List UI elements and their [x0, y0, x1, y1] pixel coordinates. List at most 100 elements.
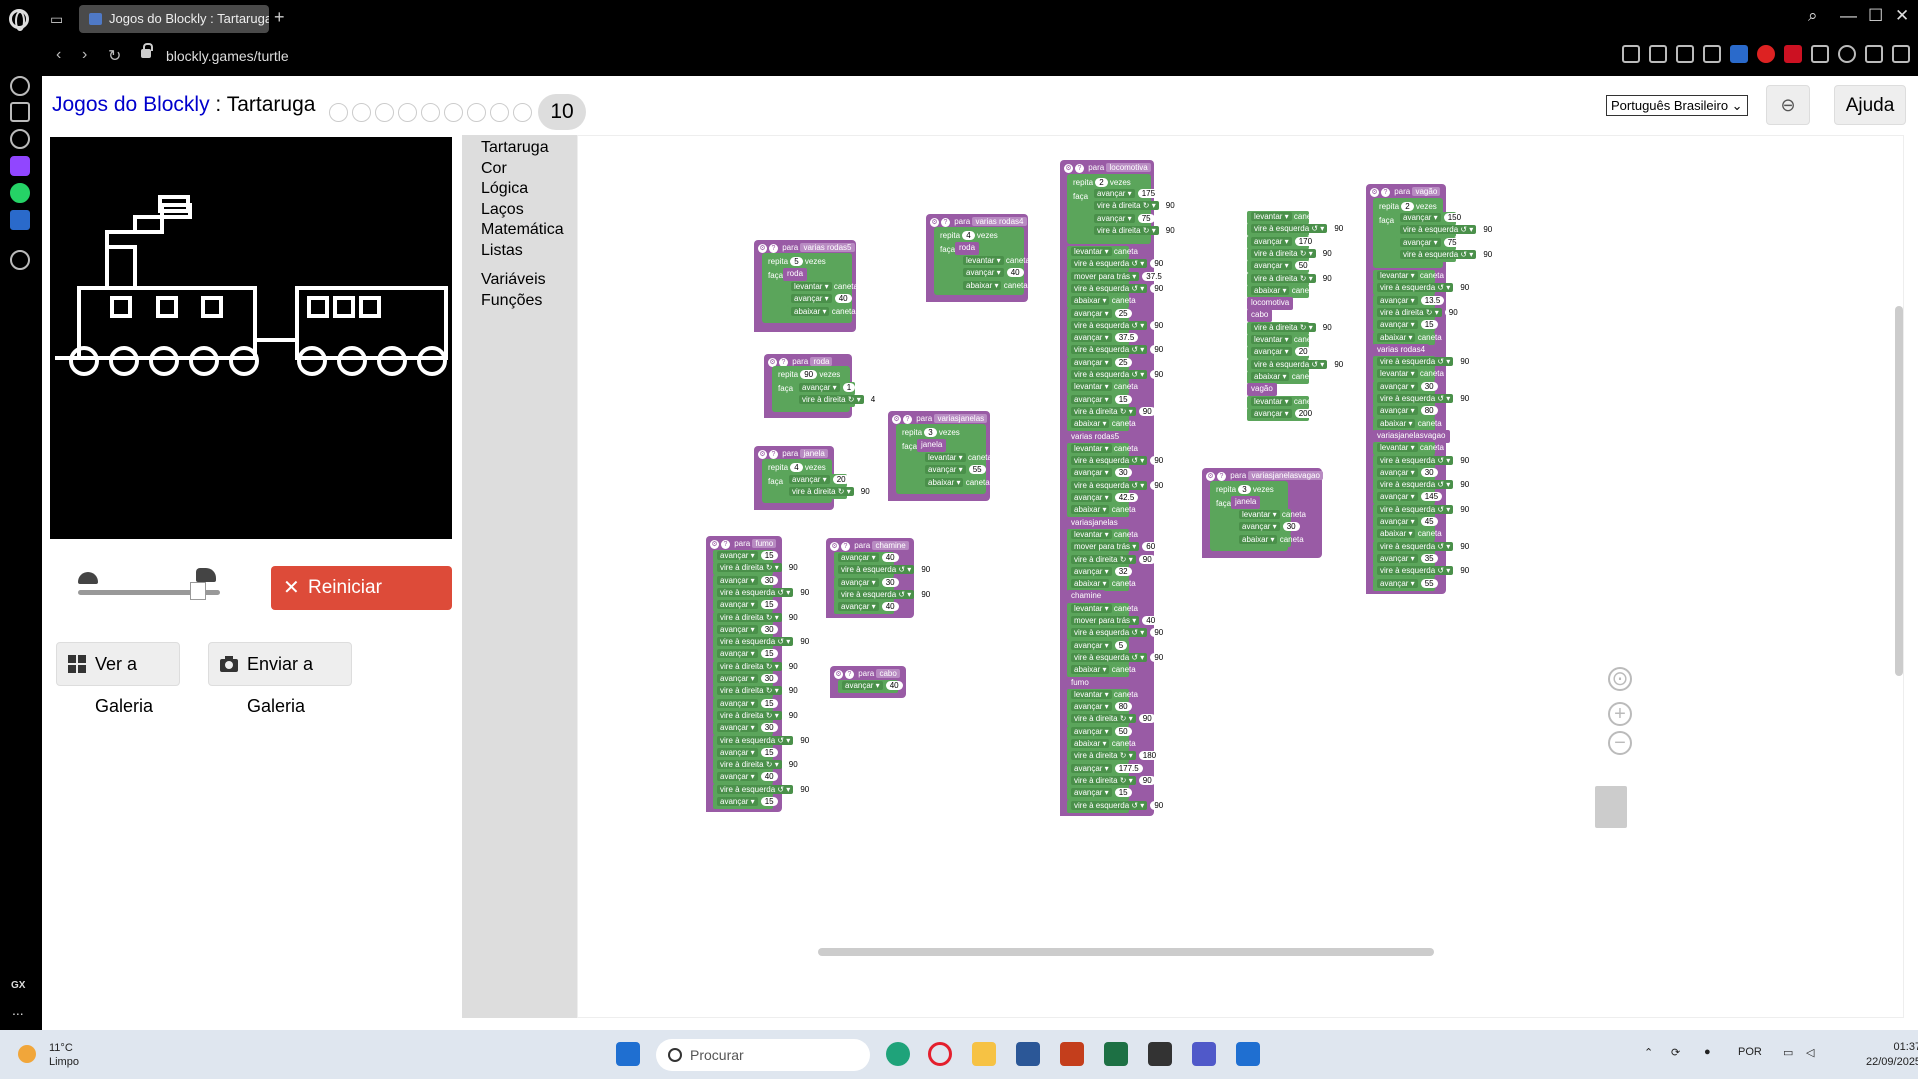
turtle-block[interactable]: abaixar ▾ caneta [1067, 578, 1136, 592]
level-dot[interactable] [513, 102, 532, 122]
turtle-block[interactable]: vire à direita ↻ ▾ 90 [785, 486, 874, 500]
profile-icon[interactable] [1838, 45, 1856, 63]
turtle-block[interactable]: avançar ▾ 30 [1235, 521, 1300, 535]
turtle-block[interactable]: avançar ▾ 13.5 [1373, 294, 1445, 308]
toolbox-category[interactable]: Variáveis [481, 271, 546, 289]
turtle-block[interactable]: vire à esquerda ↺ ▾ 90 [1396, 248, 1497, 262]
language-indicator[interactable]: POR [1738, 1046, 1762, 1058]
toolbox-category[interactable]: Matemática [481, 221, 564, 239]
turtle-block[interactable]: avançar ▾ 15 [713, 697, 778, 711]
level-dot[interactable] [375, 102, 394, 122]
turtle-block[interactable]: vire à esquerda ↺ ▾ 90 [1247, 223, 1348, 237]
turtle-block[interactable]: avançar ▾ 40 [713, 771, 778, 785]
turtle-block[interactable]: vire à direita ↻ ▾ 90 [1090, 224, 1179, 238]
screen-icon[interactable] [1236, 1042, 1260, 1066]
back-icon[interactable]: ‹ [56, 46, 61, 64]
heart-icon[interactable] [1703, 45, 1721, 63]
turtle-block[interactable]: vire à esquerda ↺ ▾ 90 [1067, 799, 1168, 813]
turtle-block[interactable]: vire à esquerda ↺ ▾ 90 [1373, 565, 1474, 579]
turtle-block[interactable]: avançar ▾ 80 [1373, 405, 1438, 419]
turtle-block[interactable]: vire à esquerda ↺ ▾ 90 [834, 564, 935, 578]
turtle-block[interactable]: vire à direita ↻ ▾ 90 [1067, 713, 1156, 727]
opera-taskbar-icon[interactable] [928, 1042, 952, 1066]
turtle-block[interactable]: avançar ▾ 20 [1247, 346, 1312, 360]
level-dot[interactable] [444, 102, 463, 122]
turtle-block[interactable]: vire à esquerda ↺ ▾ 90 [1067, 627, 1168, 641]
adblock-ext-icon[interactable] [1757, 45, 1775, 63]
app-icon[interactable] [1148, 1042, 1172, 1066]
turtle-block[interactable]: avançar ▾ 30 [713, 623, 778, 637]
sync-icon[interactable]: ⟳ [1671, 1046, 1680, 1059]
edge-icon[interactable] [886, 1042, 910, 1066]
view-gallery-button[interactable]: Ver a Galeria [56, 642, 180, 716]
turtle-block[interactable]: abaixar ▾ caneta [1235, 533, 1304, 547]
turtle-block[interactable]: avançar ▾ 40 [838, 680, 903, 693]
procedure-call-block[interactable]: locomotiva [1247, 297, 1294, 311]
tab-blockly[interactable]: Jogos do Blockly : Tartaruga [79, 5, 269, 33]
gx-label[interactable]: GX [11, 980, 25, 991]
turtle-block[interactable]: vire à esquerda ↺ ▾ 90 [1067, 651, 1168, 665]
turtle-block[interactable]: mover para trás ▾ 60 [1067, 541, 1160, 555]
turtle-block[interactable]: vire à direita ↻ ▾ 90 [713, 685, 802, 699]
turtle-block[interactable]: abaixar ▾ caneta [787, 305, 856, 319]
mic-icon[interactable]: ● [1704, 1046, 1711, 1058]
close-icon[interactable]: ✕ [1895, 6, 1909, 26]
turtle-block[interactable]: vire à esquerda ↺ ▾ 90 [713, 783, 814, 797]
turtle-block[interactable]: vire à esquerda ↺ ▾ 90 [1067, 344, 1168, 358]
procedure-call-block[interactable]: roda [955, 242, 980, 255]
turtle-block[interactable]: avançar ▾ 170 [1247, 235, 1317, 249]
level-dot[interactable] [329, 102, 348, 122]
turtle-block[interactable]: abaixar ▾ caneta [1373, 417, 1442, 431]
turtle-block[interactable]: vire à direita ↻ ▾ 90 [1090, 200, 1179, 214]
turtle-block[interactable]: vire à direita ↻ ▾ 180 [1067, 750, 1161, 764]
toolbox-category[interactable]: Tartaruga [481, 139, 549, 157]
turtle-block[interactable]: levantar ▾ caneta [1373, 368, 1444, 382]
turtle-block[interactable]: abaixar ▾ caneta [1067, 295, 1136, 309]
turtle-block[interactable]: levantar ▾ caneta [1373, 270, 1444, 283]
turtle-block[interactable]: avançar ▾ 15 [1373, 319, 1438, 333]
turtle-block[interactable]: avançar ▾ 30 [1373, 380, 1438, 394]
puzzle-icon[interactable] [1811, 45, 1829, 63]
current-level[interactable]: 10 [538, 94, 586, 130]
turtle-block[interactable]: avançar ▾ 30 [713, 722, 778, 736]
procedure-call-block[interactable]: vagão [1247, 383, 1277, 397]
favorites-icon[interactable] [10, 250, 30, 270]
powerpoint-icon[interactable] [1060, 1042, 1084, 1066]
turtle-block[interactable]: mover para trás ▾ 37.5 [1067, 270, 1166, 284]
maximize-icon[interactable]: ☐ [1868, 6, 1883, 26]
turtle-block[interactable]: vire à direita ↻ ▾ 90 [1247, 247, 1336, 261]
turtle-block[interactable]: vire à esquerda ↺ ▾ 90 [1067, 319, 1168, 333]
clock[interactable]: 01:37 22/09/2025 [1866, 1040, 1918, 1070]
turtle-block[interactable]: avançar ▾ 80 [1067, 701, 1132, 715]
turtle-block[interactable]: avançar ▾ 15 [1067, 787, 1132, 801]
turtle-block[interactable]: vire à direita ↻ ▾ 90 [1247, 272, 1336, 286]
level-dot[interactable] [467, 102, 486, 122]
workspace-vscrollbar[interactable] [1895, 306, 1903, 676]
turtle-block[interactable]: vire à esquerda ↺ ▾ 90 [1247, 358, 1348, 372]
procedure-call-block[interactable]: chamine [1067, 590, 1106, 604]
turtle-block[interactable]: vire à esquerda ↺ ▾ 90 [1067, 282, 1168, 296]
video-ext-icon[interactable] [1784, 45, 1802, 63]
help-button[interactable]: Ajuda [1834, 85, 1906, 125]
turtle-block[interactable]: avançar ▾ 30 [1373, 466, 1438, 480]
pin-icon[interactable] [1622, 45, 1640, 63]
turtle-block[interactable]: abaixar ▾ caneta [921, 476, 990, 490]
turtle-block[interactable]: vire à esquerda ↺ ▾ 90 [1373, 479, 1474, 493]
recenter-icon[interactable]: ⊙ [1608, 667, 1632, 691]
turtle-block[interactable]: levantar ▾ caneta [1067, 602, 1138, 616]
forward-icon[interactable]: › [82, 46, 87, 64]
zoom-in-icon[interactable]: + [1608, 702, 1632, 726]
turtle-block[interactable]: vire à direita ↻ ▾ 90 [713, 660, 802, 674]
network-icon[interactable]: ▭ [1783, 1046, 1793, 1059]
turtle-block[interactable]: levantar ▾ caneta [1247, 395, 1318, 409]
turtle-block[interactable]: avançar ▾ 45 [1373, 516, 1438, 529]
turtle-block[interactable]: avançar ▾ 55 [1373, 577, 1438, 591]
turtle-block[interactable]: vire à direita ↻ ▾ 90 [1247, 321, 1336, 335]
translate-ext-icon[interactable] [1730, 45, 1748, 63]
turtle-block[interactable]: vire à direita ↻ ▾ 90 [713, 759, 802, 773]
turtle-block[interactable]: avançar ▾ 50 [1067, 725, 1132, 739]
turtle-block[interactable]: vire à esquerda ↺ ▾ 90 [1067, 479, 1168, 493]
slider-handle[interactable] [190, 582, 206, 600]
app-link[interactable]: Jogos do Blockly [52, 93, 210, 116]
toolbox-category[interactable]: Lógica [481, 180, 528, 198]
